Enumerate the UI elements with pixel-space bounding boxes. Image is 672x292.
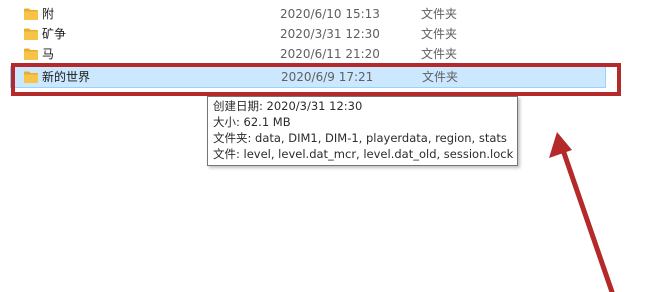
file-row[interactable]: 矿争 2020/3/31 12:30 文件夹 bbox=[15, 24, 615, 44]
tooltip-size: 大小: 62.1 MB bbox=[213, 115, 291, 129]
file-modified-date: 2020/6/11 21:20 bbox=[280, 47, 380, 61]
file-type: 文件夹 bbox=[421, 27, 458, 41]
tooltip-folders: 文件夹: data, DIM1, DIM-1, playerdata, regi… bbox=[213, 131, 507, 145]
file-name[interactable]: 矿争 bbox=[42, 26, 66, 42]
file-modified-date: 2020/6/10 15:13 bbox=[280, 7, 380, 21]
file-type: 文件夹 bbox=[422, 70, 459, 84]
folder-icon bbox=[24, 8, 38, 20]
folder-icon bbox=[24, 48, 38, 60]
file-type: 文件夹 bbox=[421, 47, 458, 61]
file-row-selected[interactable]: 新的世界 2020/6/9 17:21 文件夹 bbox=[10, 66, 606, 88]
file-row[interactable]: 附 2020/6/10 15:13 文件夹 bbox=[15, 4, 615, 24]
file-name[interactable]: 附 bbox=[42, 6, 54, 22]
tooltip: 创建日期: 2020/3/31 12:30 大小: 62.1 MB 文件夹: d… bbox=[207, 96, 518, 166]
file-modified-date: 2020/3/31 12:30 bbox=[280, 27, 380, 41]
tooltip-files: 文件: level, level.dat_mcr, level.dat_old,… bbox=[213, 147, 514, 161]
file-name[interactable]: 马 bbox=[42, 46, 54, 62]
file-row[interactable]: 马 2020/6/11 21:20 文件夹 bbox=[15, 44, 615, 64]
tooltip-created-date: 创建日期: 2020/3/31 12:30 bbox=[213, 99, 363, 113]
file-type: 文件夹 bbox=[421, 7, 458, 21]
folder-icon bbox=[24, 28, 38, 40]
folder-icon bbox=[24, 71, 38, 83]
file-modified-date: 2020/6/9 17:21 bbox=[281, 70, 374, 84]
file-name[interactable]: 新的世界 bbox=[42, 69, 90, 85]
